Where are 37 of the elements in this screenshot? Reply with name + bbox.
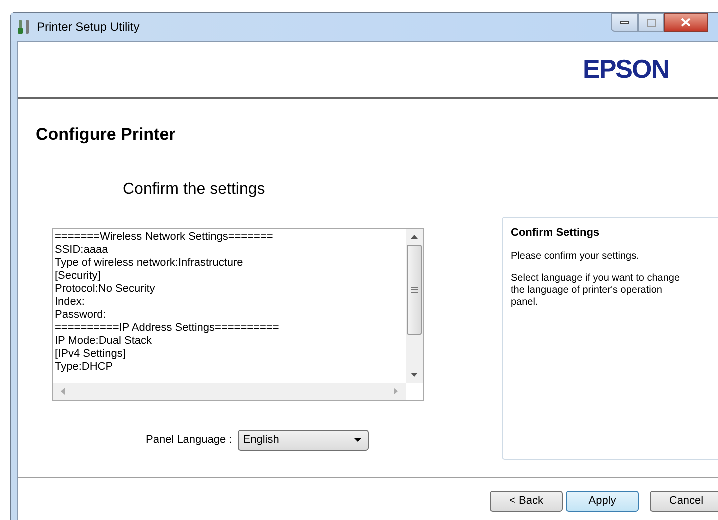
dialog-button[interactable]: Cancel [650, 490, 718, 512]
settings-line: Protocol:No Security [55, 282, 156, 296]
close-icon [681, 18, 691, 27]
help-text: Please confirm your settings. [511, 251, 640, 263]
brand-logo: EPSON [583, 53, 670, 86]
caret-icon [354, 438, 362, 442]
up-arrow-icon [411, 234, 418, 238]
horizontal-scrollbar[interactable] [53, 382, 406, 400]
settings-line: ==========IP Address Settings========== [55, 322, 280, 334]
scroll-thumb[interactable] [407, 244, 422, 334]
grip-icon [411, 286, 418, 292]
help-title: Confirm Settings [511, 226, 601, 240]
page-subtitle: Confirm the settings [123, 180, 266, 200]
settings-line: Type:DHCP [55, 360, 114, 374]
dialog-button[interactable]: < Back [490, 490, 563, 512]
settings-line: Password: [55, 308, 108, 322]
settings-line: =======Wireless Network Settings======= [55, 230, 274, 244]
panel-language-dropdown[interactable]: English [238, 430, 370, 450]
tools-icon [17, 19, 31, 35]
panel-language-label: Panel Language : [146, 432, 232, 448]
minimize-button[interactable] [611, 13, 638, 32]
close-button[interactable] [664, 13, 708, 32]
dialog-button[interactable]: Apply [566, 490, 639, 512]
vertical-scrollbar[interactable] [406, 228, 423, 382]
settings-text-area[interactable] [52, 228, 424, 400]
left-arrow-icon [61, 388, 65, 394]
settings-line: [IPv4 Settings] [55, 348, 127, 360]
help-text: Select language if you want to change the language of printer's operation panel. [511, 273, 682, 309]
window-title: Printer Setup Utility [37, 19, 140, 36]
settings-line: SSID:aaaa [55, 244, 110, 256]
right-arrow-icon [394, 388, 398, 394]
down-arrow-icon [411, 372, 418, 376]
settings-line: Index: [55, 296, 86, 308]
settings-line: Type of wireless network:Infrastructure [55, 256, 244, 270]
page-title: Configure Printer [36, 124, 177, 146]
settings-line: IP Mode:Dual Stack [55, 334, 154, 348]
settings-line: [Security] [55, 270, 102, 282]
